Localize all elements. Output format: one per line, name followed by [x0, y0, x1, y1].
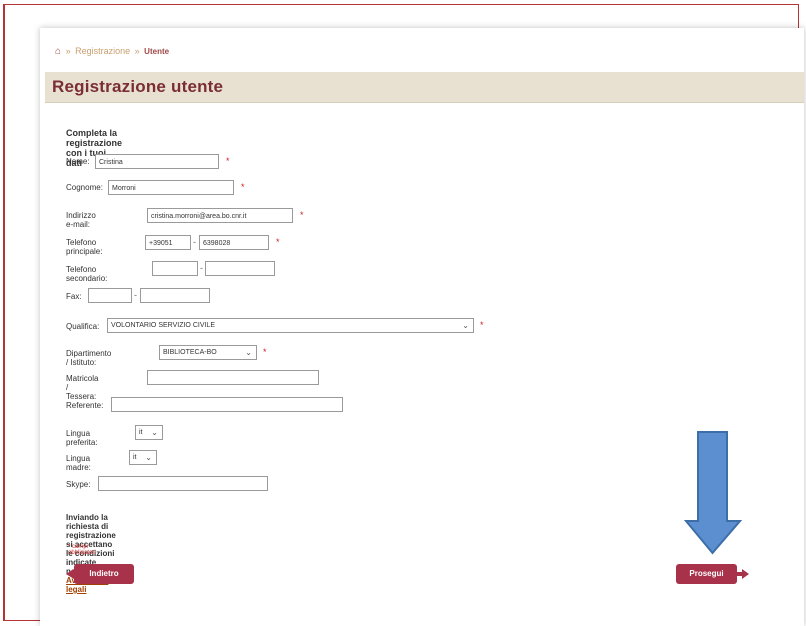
referente-input[interactable] [111, 397, 343, 412]
required-mark: * [241, 182, 245, 192]
dash: - [193, 237, 196, 247]
cognome-input[interactable]: Morroni [108, 180, 234, 195]
required-mark: * [276, 237, 280, 247]
required-mark: * [480, 320, 484, 330]
breadcrumb: ⌂ » Registrazione » Utente [55, 46, 169, 57]
lingua-preferita-selected-value: it [139, 429, 143, 436]
breadcrumb-parent[interactable]: Registrazione [75, 46, 130, 56]
nome-input[interactable]: Cristina [95, 154, 219, 169]
dash: - [200, 263, 203, 273]
tel-principale-prefix-input[interactable]: +39051 [145, 235, 191, 250]
required-mark: * [226, 156, 230, 166]
chevron-down-icon: ⌄ [245, 348, 252, 357]
home-icon[interactable]: ⌂ [55, 46, 61, 57]
skype-input[interactable] [98, 476, 268, 491]
email-label: Indirizzo e-mail: [66, 211, 96, 229]
lingua-madre-label: Lingua madre: [66, 454, 91, 472]
tel-secondario-number-input[interactable] [205, 261, 275, 276]
matricola-label: Matricola / Tessera: [66, 374, 99, 401]
chevron-down-icon: ⌄ [151, 428, 158, 437]
page-title: Registrazione utente [52, 77, 224, 96]
qualifica-label: Qualifica: [66, 322, 100, 331]
cognome-label: Cognome: [66, 183, 103, 192]
chevron-down-icon: ⌄ [462, 321, 469, 330]
chevron-down-icon: ⌄ [145, 453, 152, 462]
lingua-madre-select[interactable]: it ⌄ [129, 450, 157, 465]
arrow-right-icon [737, 569, 749, 579]
required-mark: * [263, 347, 267, 357]
qualifica-select[interactable]: VOLONTARIO SERVIZIO CIVILE ⌄ [107, 318, 474, 333]
page-title-bar: Registrazione utente [45, 72, 804, 103]
breadcrumb-separator: » [134, 46, 140, 56]
breadcrumb-current: Utente [144, 47, 170, 56]
next-button[interactable]: Prosegui [676, 564, 737, 584]
fax-prefix-input[interactable] [88, 288, 132, 303]
nome-label: Nome: [66, 157, 90, 166]
tel-principale-number-input[interactable]: 6398028 [199, 235, 269, 250]
lingua-madre-selected-value: it [133, 454, 137, 461]
qualifica-selected-value: VOLONTARIO SERVIZIO CIVILE [111, 322, 215, 329]
back-button[interactable]: Indietro [74, 564, 134, 584]
fax-number-input[interactable] [140, 288, 210, 303]
skype-label: Skype: [66, 480, 91, 489]
dipartimento-select[interactable]: BIBLIOTECA-BO ⌄ [159, 345, 257, 360]
dipartimento-label: Dipartimento / Istituto: [66, 349, 112, 367]
breadcrumb-separator: » [65, 46, 71, 56]
tel-principale-label: Telefono principale: [66, 238, 103, 256]
matricola-input[interactable] [147, 370, 319, 385]
referente-label: Referente: [66, 401, 104, 410]
email-input[interactable]: cristina.morroni@area.bo.cnr.it [147, 208, 293, 223]
annotation-arrow-down-icon [684, 431, 742, 555]
tel-secondario-label: Telefono secondario: [66, 265, 108, 283]
lingua-preferita-select[interactable]: it ⌄ [135, 425, 163, 440]
required-mark: * [300, 210, 304, 220]
required-fields-note: * campi obbligatori [68, 544, 96, 556]
dipartimento-selected-value: BIBLIOTECA-BO [163, 349, 217, 356]
dash: - [134, 290, 137, 300]
fax-label: Fax: [66, 292, 82, 301]
tel-secondario-prefix-input[interactable] [152, 261, 198, 276]
lingua-preferita-label: Lingua preferita: [66, 429, 98, 447]
arrow-left-icon [66, 569, 74, 579]
